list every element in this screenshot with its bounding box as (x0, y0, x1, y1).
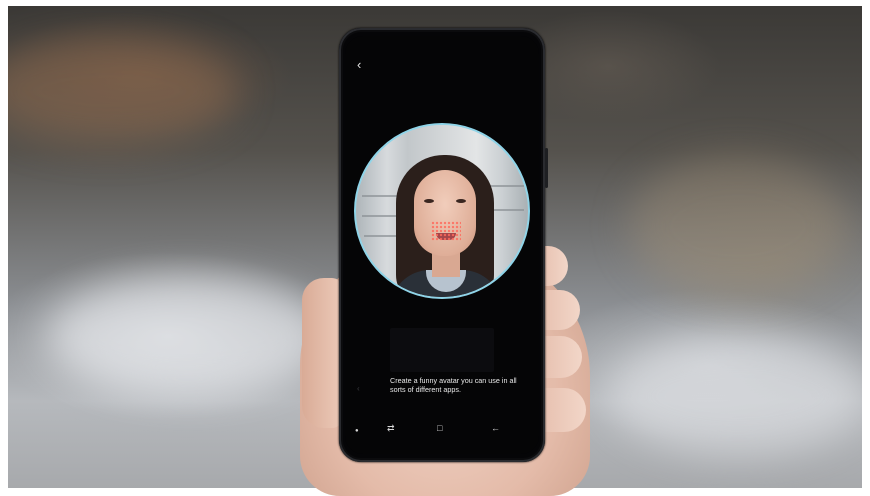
shelf (488, 185, 524, 187)
camera-preview (354, 123, 530, 299)
bokeh-light (628, 156, 848, 296)
back-arrow-icon[interactable]: ‹ (357, 58, 361, 71)
dot-indicator-icon: ● (355, 428, 359, 434)
bokeh-light (608, 336, 862, 456)
eye (456, 199, 466, 203)
previous-arrow-icon[interactable]: ‹ (357, 384, 360, 393)
phone-screen: ‹ ‹ Create a funny avatar you can use in… (345, 36, 539, 454)
avatar-preview-area (390, 328, 494, 372)
thumb (302, 278, 342, 428)
phone: ‹ ‹ Create a funny avatar you can use in… (339, 28, 548, 462)
face-tracking-dots (431, 221, 461, 241)
bokeh-light (8, 36, 238, 146)
finger (538, 388, 586, 432)
face (414, 170, 476, 256)
eye (424, 199, 434, 203)
caption-text: Create a funny avatar you can use in all… (390, 376, 517, 394)
side-button (545, 148, 548, 188)
navigation-bar: ● ⇄ □ ← (345, 424, 539, 438)
back-nav-icon[interactable]: ← (491, 424, 500, 433)
home-icon[interactable]: □ (437, 424, 442, 433)
shelf (364, 235, 400, 237)
recent-apps-icon[interactable]: ⇄ (387, 424, 395, 433)
bokeh-light (48, 276, 328, 396)
